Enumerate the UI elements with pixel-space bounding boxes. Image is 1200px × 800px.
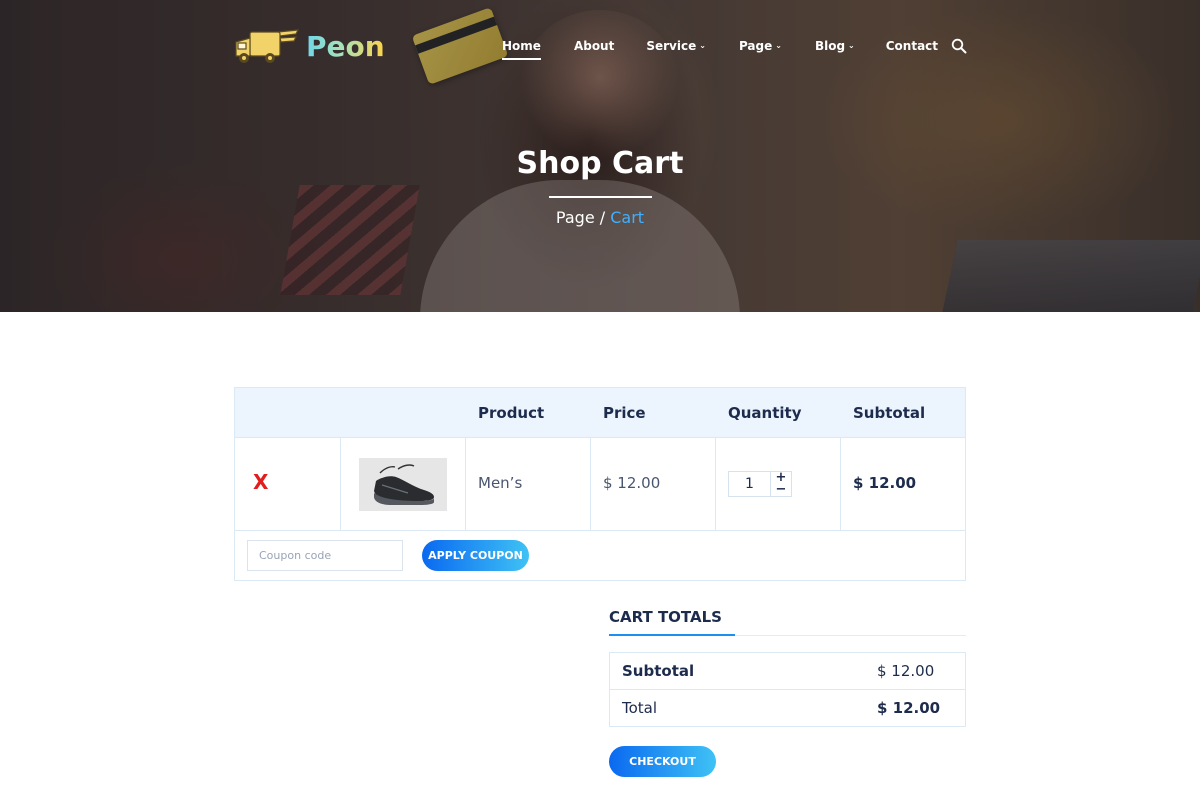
totals-table: Subtotal $ 12.00 Total $ 12.00 <box>609 652 966 727</box>
column-header-price: Price <box>603 404 646 422</box>
nav-page-label: Page <box>738 39 773 53</box>
column-header-subtotal: Subtotal <box>853 404 926 422</box>
column-header-quantity: Quantity <box>728 404 802 422</box>
nav-about[interactable]: About <box>574 37 614 55</box>
nav-contact-label: Contact <box>885 39 939 53</box>
nav-home-label: Home <box>502 39 541 53</box>
cart-table: Product Price Quantity Subtotal X Men’s … <box>234 387 966 581</box>
column-header-product: Product <box>478 404 545 422</box>
quantity-input[interactable]: 1 <box>729 472 771 496</box>
nav-service-label: Service <box>646 39 697 53</box>
title-underline <box>549 196 652 198</box>
breadcrumb-separator: / <box>599 208 606 227</box>
totals-divider-accent <box>609 634 735 636</box>
nav-contact[interactable]: Contact <box>886 37 938 55</box>
coupon-code-input[interactable] <box>247 540 403 571</box>
remove-cell: X <box>235 438 341 531</box>
subtotal-value: $ 12.00 <box>877 662 935 680</box>
subtotal-label: Subtotal <box>622 662 695 680</box>
product-price: $ 12.00 <box>603 474 661 492</box>
chevron-down-icon: ⌄ <box>699 41 706 50</box>
nav-blog[interactable]: Blog ⌄ <box>815 37 855 55</box>
breadcrumb-current: Cart <box>610 208 645 227</box>
nav-home[interactable]: Home <box>502 37 541 60</box>
total-value: $ 12.00 <box>877 699 941 717</box>
total-label: Total <box>622 699 658 717</box>
nav-blog-label: Blog <box>814 39 846 53</box>
subtotal-row: Subtotal $ 12.00 <box>610 653 965 690</box>
chevron-down-icon: ⌄ <box>775 41 782 50</box>
nav-service[interactable]: Service ⌄ <box>646 37 706 55</box>
nav-about-label: About <box>573 39 615 53</box>
breadcrumb: Page / Cart <box>0 208 1200 227</box>
apply-coupon-button[interactable]: APPLY COUPON <box>422 540 529 571</box>
page-title: Shop Cart <box>516 146 684 181</box>
remove-item-button[interactable]: X <box>253 470 268 494</box>
price-cell: $ 12.00 <box>591 438 716 531</box>
product-name[interactable]: Men’s <box>478 474 522 492</box>
row-subtotal: $ 12.00 <box>853 474 917 492</box>
subtotal-cell: $ 12.00 <box>841 438 965 531</box>
logo-text: Peon <box>306 29 385 63</box>
sneaker-icon <box>374 463 434 505</box>
cart-totals-title: CART TOTALS <box>609 608 722 626</box>
chevron-down-icon: ⌄ <box>848 41 855 50</box>
table-row: X Men’s $ 12.00 1 + − $ 12.00 <box>235 438 965 531</box>
truck-icon <box>235 29 300 63</box>
cart-table-header: Product Price Quantity Subtotal <box>235 388 965 438</box>
logo[interactable]: Peon <box>234 24 385 68</box>
quantity-decrease-button[interactable]: − <box>771 483 791 496</box>
product-thumbnail[interactable] <box>359 458 447 511</box>
quantity-stepper: 1 + − <box>728 471 792 497</box>
search-icon <box>951 38 967 54</box>
product-cell: Men’s <box>466 438 591 531</box>
search-button[interactable] <box>951 38 967 58</box>
quantity-cell: 1 + − <box>716 438 841 531</box>
main-nav: Home About Service ⌄ Page ⌄ Blog ⌄ Conta… <box>502 37 938 60</box>
image-cell <box>341 438 466 531</box>
quantity-buttons: + − <box>771 471 791 496</box>
breadcrumb-parent[interactable]: Page <box>556 208 595 227</box>
checkout-button[interactable]: CHECKOUT <box>609 746 716 777</box>
nav-page[interactable]: Page ⌄ <box>739 37 782 55</box>
total-row: Total $ 12.00 <box>610 690 965 726</box>
